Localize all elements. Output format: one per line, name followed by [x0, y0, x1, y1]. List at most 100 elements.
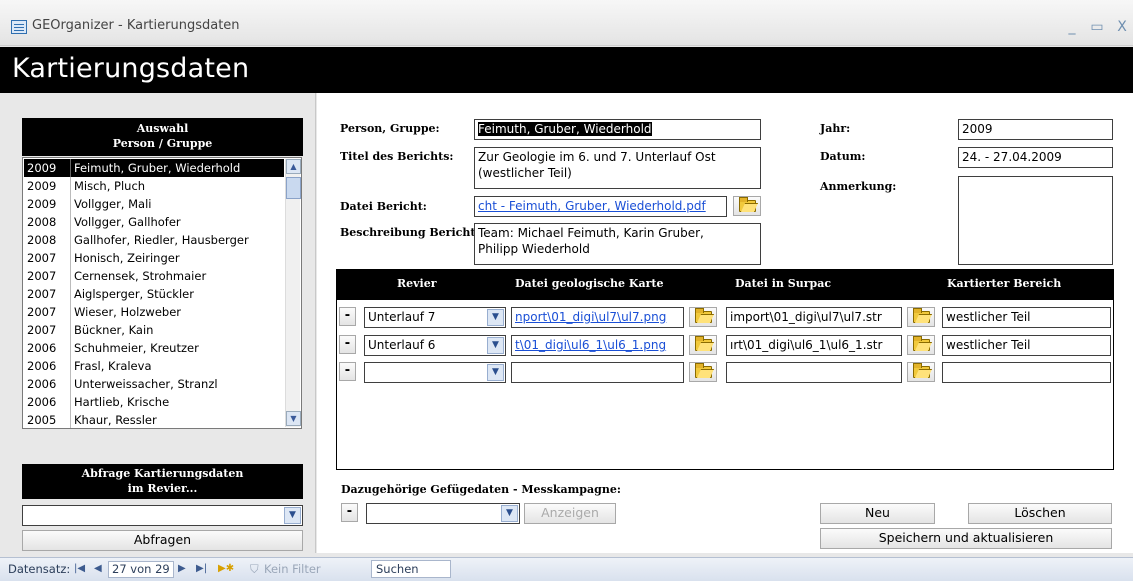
row-revier-combo[interactable]: [364, 362, 506, 383]
list-item-name: Frasl, Kraleva: [70, 357, 152, 375]
col-header-surpac-file: Datei in Surpac: [735, 277, 832, 290]
show-button[interactable]: Anzeigen: [524, 503, 616, 524]
list-item-year: 2009: [27, 161, 57, 175]
row-area-value: westlicher Teil: [946, 310, 1031, 324]
record-number-input[interactable]: 27 von 29: [108, 561, 174, 578]
browse-map-button[interactable]: [689, 362, 717, 382]
date-field[interactable]: 24. - 27.04.2009: [958, 147, 1113, 168]
fabric-minus-button[interactable]: -: [341, 503, 358, 522]
folder-open-icon: [695, 363, 712, 378]
browse-surpac-button[interactable]: [907, 362, 935, 382]
list-item-year: 2007: [27, 287, 57, 301]
list-item[interactable]: 2007 Honisch, Zeiringer: [24, 249, 284, 267]
list-item[interactable]: 2008 Vollgger, Gallhofer: [24, 213, 284, 231]
list-item[interactable]: 2007 Cernensek, Strohmaier: [24, 267, 284, 285]
note-field[interactable]: [958, 176, 1113, 265]
list-item[interactable]: 2009 Misch, Pluch: [24, 177, 284, 195]
scroll-down-icon[interactable]: ▼: [286, 411, 301, 426]
browse-surpac-button[interactable]: [907, 335, 935, 355]
delete-row-button[interactable]: -: [339, 307, 356, 326]
list-item-name: Honisch, Zeiringer: [70, 249, 180, 267]
scroll-thumb[interactable]: [286, 177, 301, 199]
row-surpac-file-field[interactable]: import\01_digi\ul7\ul7.str: [726, 307, 902, 328]
col-header-revier: Revier: [397, 277, 437, 290]
row-surpac-file-field[interactable]: [726, 362, 902, 383]
first-record-icon[interactable]: |◀: [74, 562, 85, 576]
browse-surpac-button[interactable]: [907, 307, 935, 327]
report-title-field[interactable]: Zur Geologie im 6. und 7. Unterlauf Ost …: [474, 147, 761, 189]
scroll-up-icon[interactable]: ▲: [286, 159, 301, 174]
window-titlebar: GEOrganizer - Kartierungsdaten _ ▭ X: [0, 0, 1133, 46]
report-file-link[interactable]: cht - Feimuth, Gruber, Wiederhold.pdf: [478, 199, 706, 213]
browse-report-button[interactable]: [733, 196, 761, 216]
query-button[interactable]: Abfragen: [22, 530, 303, 551]
list-item[interactable]: 2008 Gallhofer, Riedler, Hausberger: [24, 231, 284, 249]
list-item-year: 2008: [27, 215, 57, 229]
list-item[interactable]: 2007 Aiglsperger, Stückler: [24, 285, 284, 303]
delete-row-button[interactable]: -: [339, 362, 356, 381]
row-area-field[interactable]: westlicher Teil: [942, 307, 1111, 328]
list-item[interactable]: 2007 Wieser, Holzweber: [24, 303, 284, 321]
folder-open-icon: [913, 336, 930, 351]
query-header: Abfrage Kartierungsdaten im Revier...: [22, 464, 303, 499]
row-map-file-link[interactable]: nport\01_digi\ul7\ul7.png: [515, 310, 666, 324]
row-area-field[interactable]: westlicher Teil: [942, 335, 1111, 356]
previous-record-icon[interactable]: ◀: [94, 562, 102, 576]
next-record-icon[interactable]: ▶: [178, 562, 186, 576]
row-revier-chevron-down-icon[interactable]: ▼: [487, 337, 504, 354]
list-item-name: Wieser, Holzweber: [70, 303, 181, 321]
search-input[interactable]: Suchen: [371, 560, 451, 578]
new-button[interactable]: Neu: [820, 503, 935, 524]
row-surpac-file-field[interactable]: ırt\01_digi\ul6_1\ul6_1.str: [726, 335, 902, 356]
delete-button[interactable]: Löschen: [968, 503, 1112, 524]
list-item[interactable]: 2006 Unterweissacher, Stranzl: [24, 375, 284, 393]
close-button[interactable]: X: [1113, 20, 1131, 36]
minimize-button[interactable]: _: [1063, 20, 1081, 36]
person-label: Person, Gruppe:: [340, 122, 440, 135]
list-item[interactable]: 2007 Bückner, Kain: [24, 321, 284, 339]
list-item-year: 2005: [27, 413, 57, 427]
report-file-field[interactable]: cht - Feimuth, Gruber, Wiederhold.pdf: [474, 196, 727, 217]
new-record-icon[interactable]: ▶✱: [218, 562, 234, 576]
query-dropdown-chevron-icon[interactable]: ▼: [284, 507, 301, 524]
date-label: Datum:: [820, 150, 866, 163]
list-item-name: Hartlieb, Krische: [70, 393, 169, 411]
list-item[interactable]: 2005 Khaur, Ressler: [24, 411, 284, 428]
date-value: 24. - 27.04.2009: [962, 150, 1062, 164]
list-item-name: Khaur, Ressler: [70, 411, 157, 428]
save-refresh-button[interactable]: Speichern und aktualisieren: [820, 528, 1112, 549]
list-item[interactable]: 2006 Hartlieb, Krische: [24, 393, 284, 411]
row-map-file-field[interactable]: nport\01_digi\ul7\ul7.png: [511, 307, 684, 328]
row-map-file-link[interactable]: t\01_digi\ul6_1\ul6_1.png: [515, 338, 666, 352]
person-group-listbox[interactable]: 2009 Feimuth, Gruber, Wiederhold 2009 Misc…: [22, 157, 302, 429]
list-item-name: Vollgger, Gallhofer: [70, 213, 181, 231]
row-map-file-field[interactable]: t\01_digi\ul6_1\ul6_1.png: [511, 335, 684, 356]
fabric-chevron-down-icon[interactable]: ▼: [501, 505, 518, 522]
list-item-name: Bückner, Kain: [70, 321, 153, 339]
person-field[interactable]: Feimuth, Gruber, Wiederhold: [474, 119, 761, 140]
last-record-icon[interactable]: ▶|: [196, 562, 207, 576]
list-item[interactable]: 2009 Vollgger, Mali: [24, 195, 284, 213]
query-revier-combo[interactable]: [22, 505, 303, 526]
row-revier-combo[interactable]: Unterlauf 7: [364, 307, 506, 328]
row-area-field[interactable]: [942, 362, 1111, 383]
row-revier-combo[interactable]: Unterlauf 6: [364, 335, 506, 356]
filter-icon[interactable]: ⛉: [250, 562, 259, 576]
delete-row-button[interactable]: -: [339, 335, 356, 354]
row-map-file-field[interactable]: [511, 362, 684, 383]
list-item[interactable]: 2006 Frasl, Kraleva: [24, 357, 284, 375]
list-item[interactable]: 2009 Feimuth, Gruber, Wiederhold: [24, 159, 284, 177]
year-field[interactable]: 2009: [958, 119, 1113, 140]
fabric-campaign-combo[interactable]: [366, 503, 520, 524]
folder-open-icon: [913, 363, 930, 378]
report-desc-field[interactable]: Team: Michael Feimuth, Karin Gruber, Phi…: [474, 223, 761, 265]
listbox-scrollbar[interactable]: ▲ ▼: [285, 159, 301, 427]
browse-map-button[interactable]: [689, 335, 717, 355]
list-item[interactable]: 2006 Schuhmeier, Kreutzer: [24, 339, 284, 357]
window-title: GEOrganizer - Kartierungsdaten: [32, 18, 240, 33]
filter-status[interactable]: Kein Filter: [264, 562, 321, 576]
maximize-button[interactable]: ▭: [1088, 20, 1106, 36]
row-revier-chevron-down-icon[interactable]: ▼: [487, 309, 504, 326]
browse-map-button[interactable]: [689, 307, 717, 327]
row-revier-chevron-down-icon[interactable]: ▼: [487, 364, 504, 381]
